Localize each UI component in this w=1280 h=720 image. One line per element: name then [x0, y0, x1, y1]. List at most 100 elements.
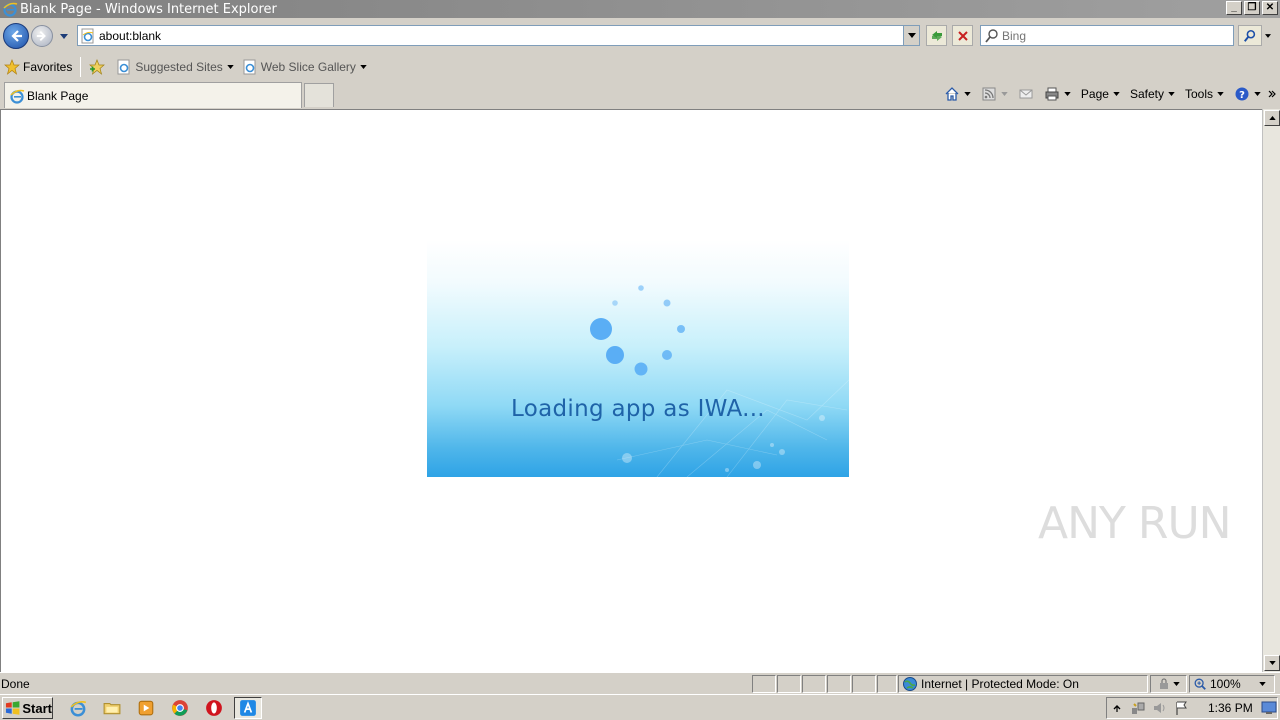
ie-icon [3, 2, 18, 17]
recent-pages-dropdown[interactable] [58, 31, 70, 41]
double-chevron-right-icon [1268, 90, 1276, 98]
ie-page-icon [117, 59, 130, 74]
protected-mode-button[interactable] [1150, 675, 1187, 693]
favorites-button[interactable]: Favorites [0, 56, 76, 78]
close-button[interactable]: ✕ [1262, 1, 1278, 15]
media-player-icon [138, 700, 154, 716]
chevron-down-icon [1064, 92, 1071, 96]
background-network-lines [616, 379, 849, 477]
read-mail-button[interactable] [1013, 83, 1039, 105]
search-icon [985, 29, 998, 43]
address-bar[interactable] [77, 25, 920, 46]
scroll-up-button[interactable] [1264, 110, 1280, 126]
start-button[interactable]: Start [2, 697, 53, 719]
favorites-bar: Favorites Suggested Sites Web Slice Gall… [0, 54, 1280, 79]
taskbar-explorer-button[interactable] [98, 697, 126, 719]
tools-menu[interactable]: Tools [1180, 83, 1229, 105]
lock-icon [1159, 678, 1168, 689]
status-text: Done [1, 677, 30, 691]
anyrun-watermark: ANY RUN [1038, 498, 1232, 549]
taskbar-ie-button[interactable] [64, 697, 92, 719]
more-commands-button[interactable] [1266, 83, 1280, 105]
safety-menu-label: Safety [1129, 87, 1164, 101]
chevron-down-icon [1172, 682, 1180, 686]
chevron-down-icon [1001, 92, 1008, 96]
taskbar-active-app-button[interactable] [234, 697, 262, 719]
ie-icon [10, 89, 25, 104]
search-box[interactable] [980, 25, 1234, 46]
tools-menu-label: Tools [1184, 87, 1213, 101]
tab-blank-page[interactable]: Blank Page [4, 82, 302, 108]
watermark-text: ANY RUN [1038, 498, 1232, 549]
forward-button[interactable] [31, 25, 53, 47]
zoom-icon [1194, 678, 1206, 690]
tab-label: Blank Page [27, 88, 89, 103]
page-menu[interactable]: Page [1076, 83, 1125, 105]
minimize-button[interactable]: _ [1226, 1, 1242, 15]
chevron-down-icon [1254, 92, 1261, 96]
new-tab-button[interactable] [304, 83, 334, 107]
refresh-button[interactable] [926, 25, 947, 46]
back-arrow-icon [11, 30, 22, 42]
arrow-up-icon [1268, 116, 1276, 120]
favorites-label: Favorites [23, 59, 73, 74]
chevron-down-icon [907, 33, 916, 38]
zoom-control[interactable]: 100% [1189, 675, 1275, 693]
volume-icon[interactable] [1152, 700, 1168, 716]
add-favorite-icon [89, 58, 106, 75]
stop-button[interactable] [952, 25, 973, 46]
vertical-scrollbar[interactable] [1262, 109, 1280, 672]
status-cell [777, 675, 801, 693]
zoom-level: 100% [1210, 677, 1241, 691]
home-icon [945, 87, 959, 101]
refresh-icon [931, 30, 942, 41]
title-bar: Blank Page - Windows Internet Explorer _… [0, 0, 1280, 18]
page-content: Loading app as IWA... [0, 109, 1262, 672]
address-input[interactable] [99, 28, 899, 43]
safety-menu[interactable]: Safety [1125, 83, 1180, 105]
search-input[interactable] [1002, 28, 1227, 43]
security-zone[interactable]: Internet | Protected Mode: On [898, 675, 1148, 693]
windows-logo-icon [5, 701, 20, 715]
show-desktop-icon[interactable] [1261, 701, 1277, 715]
scroll-down-button[interactable] [1264, 655, 1280, 671]
star-icon [4, 58, 20, 75]
chevron-down-icon [964, 92, 971, 96]
home-button[interactable] [939, 83, 976, 105]
restore-button[interactable]: ❐ [1244, 1, 1260, 15]
taskbar-media-player-button[interactable] [132, 697, 160, 719]
spinner-dot [590, 318, 612, 340]
printer-icon [1045, 87, 1059, 101]
search-go-button[interactable] [1238, 25, 1262, 46]
ie-page-icon [243, 59, 256, 74]
back-button[interactable] [3, 23, 29, 49]
stop-icon [957, 30, 968, 41]
add-to-favorites-bar-button[interactable] [85, 56, 112, 78]
network-icon[interactable] [1130, 700, 1146, 716]
address-dropdown[interactable] [903, 26, 919, 45]
loading-spinner [590, 285, 849, 477]
favorites-item-web-slice-gallery[interactable]: Web Slice Gallery [238, 56, 371, 78]
spinner-dot [662, 350, 672, 360]
help-menu[interactable]: ? [1229, 83, 1266, 105]
flag-icon[interactable] [1174, 700, 1190, 716]
svg-text:?: ? [1239, 90, 1245, 101]
taskbar-opera-button[interactable] [200, 697, 228, 719]
chevron-up-icon[interactable] [1112, 703, 1122, 713]
search-options-dropdown[interactable] [1263, 31, 1273, 41]
spinner-dot [677, 325, 685, 333]
mail-icon [1019, 89, 1033, 99]
print-button[interactable] [1039, 83, 1076, 105]
loading-panel: Loading app as IWA... [427, 240, 849, 477]
help-icon: ? [1235, 87, 1249, 101]
taskbar: Start 1:36 PM [0, 694, 1280, 720]
favorites-item-suggested-sites[interactable]: Suggested Sites [112, 56, 237, 78]
spinner-dot [634, 362, 648, 376]
status-cell [802, 675, 826, 693]
status-cell [827, 675, 851, 693]
favorites-item-label: Suggested Sites [135, 59, 223, 74]
feeds-button[interactable] [976, 83, 1013, 105]
chevron-down-icon [1265, 34, 1271, 38]
arrow-down-icon [1268, 661, 1276, 665]
taskbar-chrome-button[interactable] [166, 697, 194, 719]
